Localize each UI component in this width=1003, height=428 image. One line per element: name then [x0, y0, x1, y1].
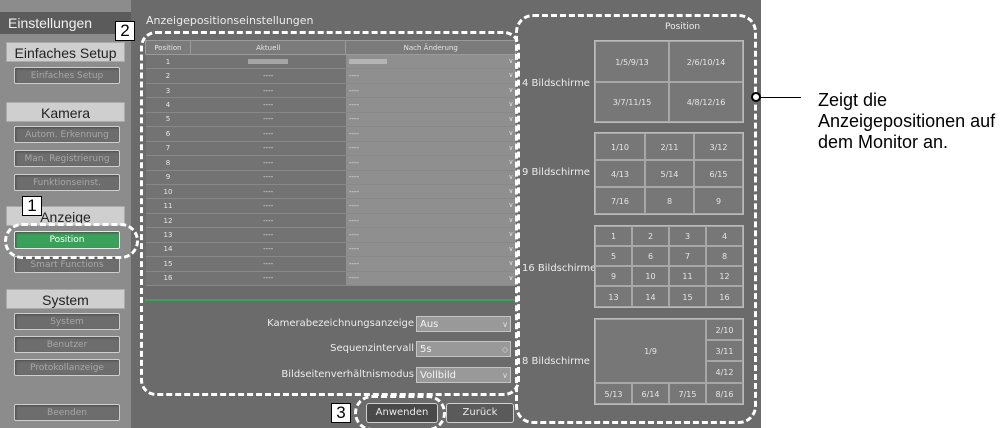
apply-button-highlight [354, 395, 446, 428]
position-item-highlight [4, 223, 139, 259]
sidebar-item-log-viewer[interactable]: Protokollanzeige [14, 359, 120, 376]
marker-3: 3 [331, 403, 351, 423]
callout-text: Zeigt die Anzeigepositionen auf dem Moni… [818, 90, 996, 152]
sidebar-section-easy-setup: Einfaches Setup [6, 42, 125, 62]
sidebar-item-users[interactable]: Benutzer [14, 336, 120, 353]
position-panel-highlight [515, 14, 757, 424]
callout-line [756, 97, 801, 98]
sidebar-section-camera: Kamera [6, 102, 125, 122]
marker-1: 1 [22, 196, 42, 216]
page-title: Anzeigepositionseinstellungen [146, 14, 314, 27]
sidebar-item-easy-setup[interactable]: Einfaches Setup [14, 67, 120, 84]
sidebar-item-function-settings[interactable]: Funktionseinst. [14, 174, 120, 191]
sidebar-section-system: System [6, 289, 125, 309]
sidebar-item-manual-registration[interactable]: Man. Registrierung [14, 150, 120, 167]
back-button[interactable]: Zurück [446, 403, 514, 423]
sidebar-item-system[interactable]: System [14, 313, 120, 330]
callout-dot [751, 92, 761, 102]
sidebar-item-auto-detect[interactable]: Autom. Erkennung [14, 126, 120, 143]
sidebar: Einstellungen Einfaches Setup Einfaches … [0, 0, 131, 428]
sidebar-header: Einstellungen [0, 12, 131, 34]
marker-2: 2 [115, 21, 135, 41]
table-highlight [140, 31, 520, 396]
exit-button[interactable]: Beenden [14, 404, 120, 421]
